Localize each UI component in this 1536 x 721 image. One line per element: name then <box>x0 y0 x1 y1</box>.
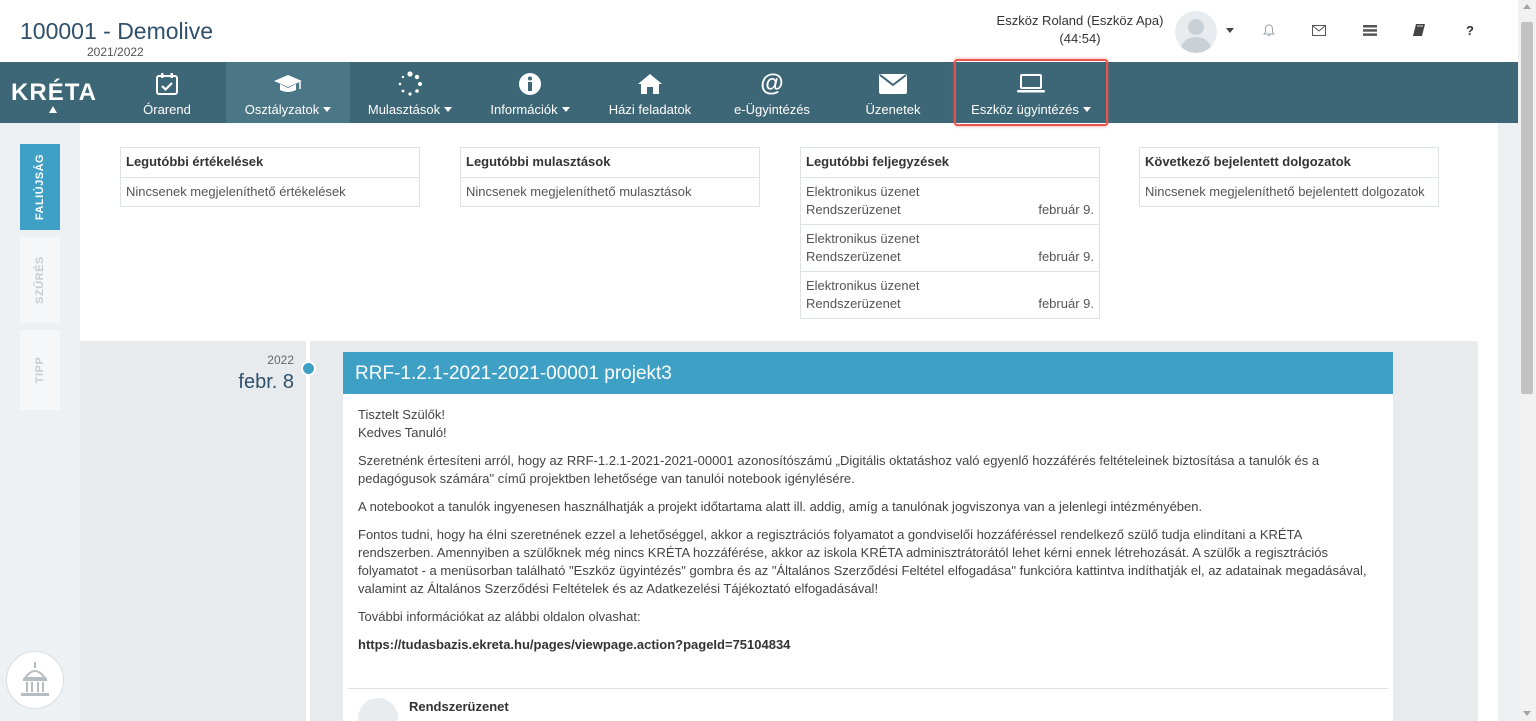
tab-label: SZŰRÉS <box>34 256 46 304</box>
empty-message: Nincsenek megjeleníthető mulasztások <box>466 184 692 199</box>
divider <box>348 688 1388 689</box>
user-info[interactable]: Eszköz Roland (Eszköz Apa) (44:54) <box>990 12 1170 48</box>
avatar[interactable] <box>1175 11 1217 53</box>
note-sender: Rendszerüzenet <box>806 296 901 311</box>
announcement-post: RRF-1.2.1-2021-2021-00001 projekt3 Tiszt… <box>343 352 1393 721</box>
caret-down-icon <box>323 107 332 112</box>
calendar-check-icon <box>152 69 182 99</box>
card-upcoming-tests: Következő bejelentett dolgozatok Nincsen… <box>1139 147 1439 207</box>
timeline-line <box>306 341 310 721</box>
envelope-icon <box>878 69 908 99</box>
main-navbar: KRÉTA Órarend Osztályzatok Mulasztások I… <box>0 62 1536 123</box>
nav-item-e-ugyintezes[interactable]: @ e-Ügyintézés <box>710 62 834 123</box>
card-title: Legutóbbi értékelések <box>121 148 419 178</box>
list-item[interactable]: Elektronikus üzenet Rendszerüzenet februá… <box>801 178 1099 225</box>
post-paragraph: Szeretnénk értesíteni arról, hogy az RRF… <box>358 453 1320 486</box>
tab-szures[interactable]: SZŰRÉS <box>20 237 60 323</box>
card-recent-absences: Legutóbbi mulasztások Nincsenek megjelen… <box>460 147 760 207</box>
nav-label: e-Ügyintézés <box>734 102 810 117</box>
top-header: 100001 - Demolive 2021/2022 Eszköz Rolan… <box>0 0 1536 62</box>
timeline-dot <box>301 361 316 376</box>
nav-label: Órarend <box>143 102 191 117</box>
user-menu-caret-icon[interactable] <box>1226 28 1234 33</box>
post-paragraph: Fontos tudni, hogy ha élni szeretnének e… <box>358 527 1367 596</box>
note-sender: Rendszerüzenet <box>806 202 901 217</box>
card-recent-grades: Legutóbbi értékelések Nincsenek megjelen… <box>120 147 420 207</box>
post-paragraph: A notebookot a tanulók ingyenesen haszná… <box>358 499 1203 514</box>
tab-label: FALIÚJSÁG <box>34 153 47 221</box>
nav-label: Mulasztások <box>367 102 441 117</box>
nav-item-mulasztasok[interactable]: Mulasztások <box>350 62 470 123</box>
scroll-down-arrow-icon[interactable] <box>1523 711 1531 716</box>
caret-down-icon <box>561 107 570 112</box>
nav-item-informaciok[interactable]: Információk <box>470 62 590 123</box>
tab-tipp[interactable]: TIPP <box>20 330 60 410</box>
comment-author: Rendszerüzenet <box>409 699 509 714</box>
institution-emblem-icon <box>6 651 64 709</box>
highlight-frame <box>954 59 1108 126</box>
scroll-up-arrow-icon[interactable] <box>1523 4 1531 9</box>
nav-label: Információk <box>490 102 558 117</box>
list-item[interactable]: Elektronikus üzenet Rendszerüzenet februá… <box>801 272 1099 318</box>
mail-icon[interactable] <box>1309 20 1329 40</box>
note-date: február 9. <box>1038 296 1094 311</box>
nav-item-osztalyzatok[interactable]: Osztályzatok <box>226 62 350 123</box>
right-gutter <box>1498 123 1518 721</box>
post-title: RRF-1.2.1-2021-2021-00001 projekt3 <box>343 352 1393 394</box>
at-icon: @ <box>760 70 784 97</box>
school-year: 2021/2022 <box>87 45 144 59</box>
home-icon <box>635 69 665 99</box>
scrollbar-thumb[interactable] <box>1521 22 1533 394</box>
tab-label: TIPP <box>33 356 46 384</box>
nav-label: Osztályzatok <box>244 102 320 117</box>
nav-label: Üzenetek <box>865 102 921 117</box>
note-sender: Rendszerüzenet <box>806 249 901 264</box>
note-type: Elektronikus üzenet <box>806 278 920 293</box>
info-circle-icon <box>515 69 545 99</box>
greeting-line: Tisztelt Szülők! <box>358 407 445 422</box>
logo-text: KRÉTA <box>11 78 97 106</box>
note-date: február 9. <box>1038 202 1094 217</box>
bell-icon[interactable] <box>1259 20 1279 40</box>
logo-mark-icon <box>49 106 57 113</box>
nav-item-orarend[interactable]: Órarend <box>108 62 226 123</box>
note-type: Elektronikus üzenet <box>806 231 920 246</box>
note-date: február 9. <box>1038 249 1094 264</box>
institution-title: 100001 - Demolive <box>20 18 214 44</box>
user-name: Eszköz Roland (Eszköz Apa) <box>996 13 1164 28</box>
timeline-day: febr. 8 <box>238 371 294 393</box>
session-timer: (44:54) <box>1059 31 1101 46</box>
nav-item-hazi-feladatok[interactable]: Házi feladatok <box>590 62 710 123</box>
empty-message: Nincsenek megjeleníthető bejelentett dol… <box>1145 184 1425 199</box>
list-icon[interactable] <box>1360 20 1380 40</box>
card-title: Legutóbbi feljegyzések <box>801 148 1099 178</box>
greeting-line: Kedves Tanuló! <box>358 425 447 440</box>
card-recent-notes: Legutóbbi feljegyzések Elektronikus üzen… <box>800 147 1100 319</box>
tab-faliujsag[interactable]: FALIÚJSÁG <box>20 144 60 230</box>
graduation-cap-icon <box>273 69 303 99</box>
post-body: Tisztelt Szülők! Kedves Tanuló! Szeretné… <box>343 394 1393 654</box>
book-icon[interactable] <box>1409 20 1429 40</box>
nav-item-uzenetek[interactable]: Üzenetek <box>834 62 952 123</box>
avatar <box>358 698 398 721</box>
timeline-year: 2022 <box>267 353 294 367</box>
info-link[interactable]: https://tudasbazis.ekreta.hu/pages/viewp… <box>358 636 1378 654</box>
spinner-icon <box>395 69 425 99</box>
card-title: Következő bejelentett dolgozatok <box>1140 148 1438 178</box>
caret-down-icon <box>444 107 453 112</box>
post-paragraph: További információkat az alábbi oldalon … <box>358 609 641 624</box>
help-icon[interactable]: ? <box>1460 20 1480 40</box>
nav-label: Házi feladatok <box>608 102 692 117</box>
list-item[interactable]: Elektronikus üzenet Rendszerüzenet februá… <box>801 225 1099 272</box>
empty-message: Nincsenek megjeleníthető értékelések <box>126 184 346 199</box>
note-type: Elektronikus üzenet <box>806 184 920 199</box>
card-title: Legutóbbi mulasztások <box>461 148 759 178</box>
kreta-logo[interactable]: KRÉTA <box>0 62 108 123</box>
